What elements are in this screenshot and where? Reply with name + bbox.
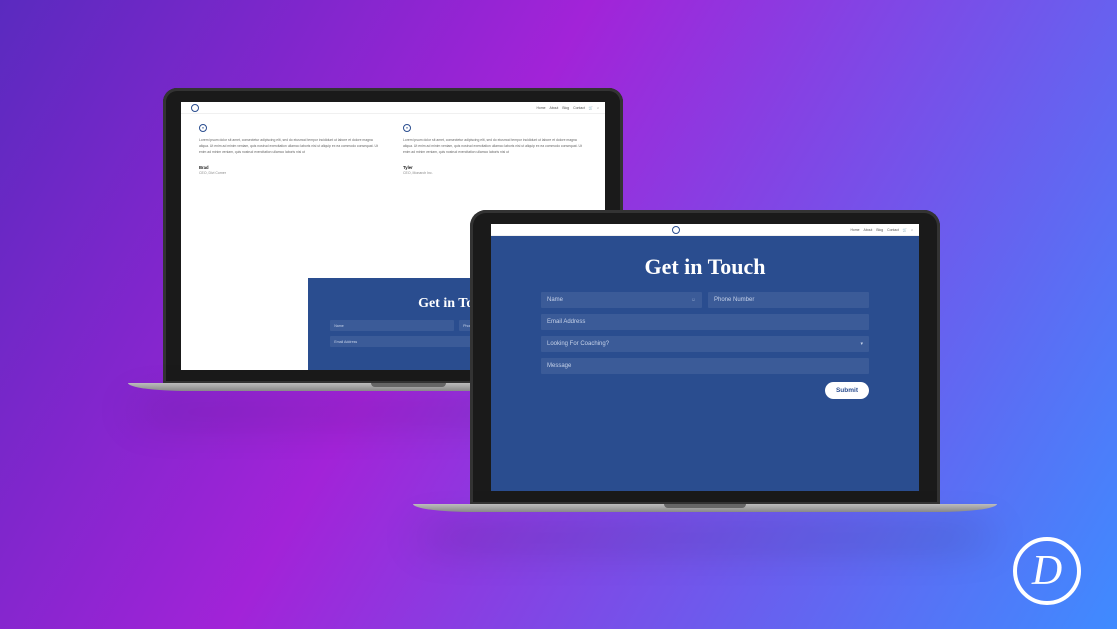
nav-contact[interactable]: Contact (887, 228, 899, 232)
testimonial-title: CEO, Divi Corner (199, 171, 383, 175)
laptop-front-screen: Home About Blog Contact 🛒 ⌕ Get in Touch… (491, 224, 919, 491)
testimonial-text: Lorem ipsum dolor sit amet, consectetur … (199, 138, 383, 155)
nav-links: Home About Blog Contact 🛒 ⌕ (850, 228, 913, 232)
laptop-front: Home About Blog Contact 🛒 ⌕ Get in Touch… (410, 210, 1000, 520)
divi-badge: D (1013, 537, 1081, 605)
message-field[interactable]: Message (541, 358, 869, 374)
cart-icon[interactable]: 🛒 (589, 106, 593, 110)
nav-contact[interactable]: Contact (573, 106, 585, 110)
testimonial-name: Brad (199, 165, 383, 170)
testimonial-text: Lorem ipsum dolor sit amet, consectetur … (403, 138, 587, 155)
search-icon[interactable]: ⌕ (597, 106, 599, 110)
site-header-front: Home About Blog Contact 🛒 ⌕ (491, 224, 919, 236)
testimonial-name: Tyler (403, 165, 587, 170)
submit-button[interactable]: Submit (825, 382, 869, 399)
logo-icon[interactable] (191, 104, 199, 112)
nav-blog[interactable]: Blog (562, 106, 569, 110)
laptop-front-notch (664, 504, 746, 508)
nav-home[interactable]: Home (536, 106, 545, 110)
testimonial-2: ❝ Lorem ipsum dolor sit amet, consectetu… (403, 124, 587, 175)
divi-badge-letter: D (1032, 550, 1062, 592)
testimonial-1: ❝ Lorem ipsum dolor sit amet, consectetu… (199, 124, 383, 175)
quote-icon: ❝ (199, 124, 207, 132)
email-field[interactable]: Email Address (541, 314, 869, 330)
laptop-front-base (413, 504, 997, 512)
laptop-front-bezel: Home About Blog Contact 🛒 ⌕ Get in Touch… (470, 210, 940, 505)
nav-about[interactable]: About (864, 228, 873, 232)
nav-links: Home About Blog Contact 🛒 ⌕ (536, 106, 599, 110)
search-icon[interactable]: ⌕ (911, 228, 913, 232)
coaching-select[interactable]: Looking For Coaching? (541, 336, 869, 352)
logo-icon[interactable] (672, 226, 680, 234)
testimonials-section: ❝ Lorem ipsum dolor sit amet, consectetu… (199, 124, 587, 175)
contact-heading: Get in Touch (644, 254, 765, 280)
nav-home[interactable]: Home (850, 228, 859, 232)
nav-about[interactable]: About (550, 106, 559, 110)
nav-blog[interactable]: Blog (876, 228, 883, 232)
site-header-back: Home About Blog Contact 🛒 ⌕ (181, 102, 605, 114)
cart-icon[interactable]: 🛒 (903, 228, 907, 232)
phone-field[interactable]: Phone Number (708, 292, 869, 308)
quote-icon: ❝ (403, 124, 411, 132)
name-field[interactable]: Name (541, 292, 702, 308)
contact-section: Get in Touch Name Phone Number Email Add… (491, 236, 919, 491)
testimonial-title: CEO, Monarch Inc. (403, 171, 587, 175)
